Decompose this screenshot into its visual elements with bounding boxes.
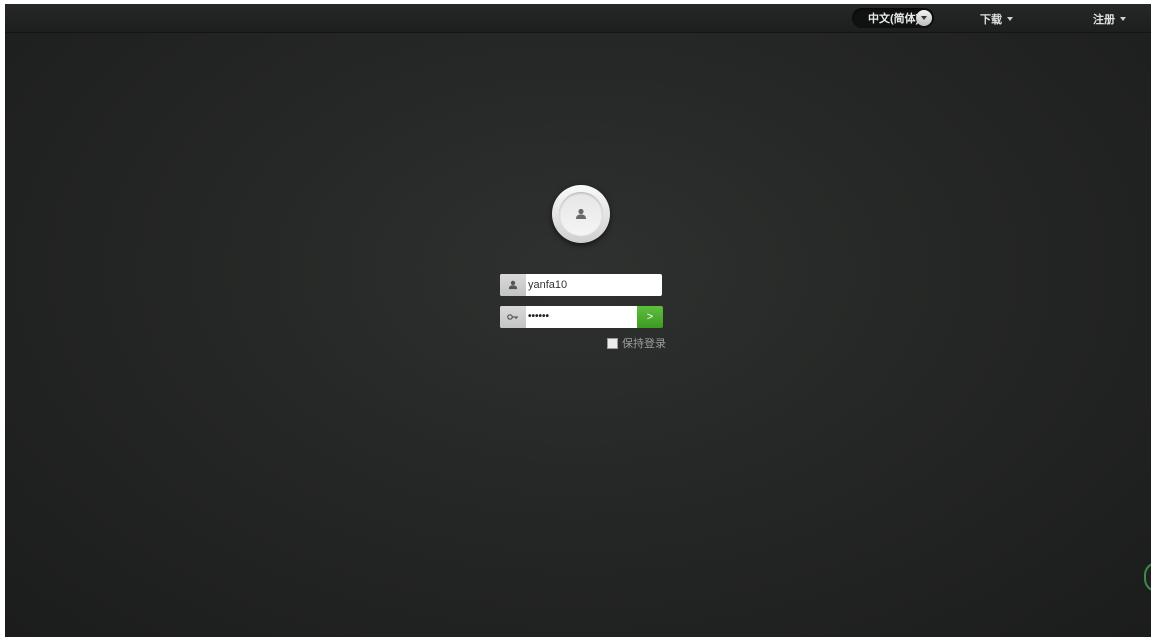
caret-down-icon <box>1120 17 1126 21</box>
remember-me[interactable]: 保持登录 <box>607 335 666 351</box>
language-label: 中文(简体) <box>868 13 920 25</box>
username-prefix <box>500 274 526 296</box>
language-selector[interactable]: 中文(简体) <box>852 8 934 28</box>
top-bar: 中文(简体) 下载 注册 <box>5 4 1151 33</box>
remember-checkbox[interactable] <box>607 337 618 349</box>
download-label: 下载 <box>980 14 1002 26</box>
login-submit-button[interactable]: > <box>637 306 663 328</box>
user-icon <box>576 208 586 219</box>
register-label: 注册 <box>1093 14 1115 26</box>
chevron-down-icon[interactable] <box>916 10 932 26</box>
username-field[interactable]: yanfa10 <box>500 274 662 296</box>
caret-down-icon <box>1007 17 1013 21</box>
password-prefix <box>500 306 526 328</box>
avatar <box>552 185 610 243</box>
password-value: •••••• <box>528 311 550 322</box>
user-icon <box>508 280 518 290</box>
avatar-inner <box>559 192 603 236</box>
register-menu[interactable]: 注册 <box>1093 11 1126 27</box>
username-value: yanfa10 <box>528 279 568 291</box>
floating-circle-button[interactable] <box>1144 562 1151 592</box>
password-field[interactable]: •••••• <box>500 306 637 328</box>
app-frame: 中文(简体) 下载 注册 yanfa10 •••••• > 保持登录 <box>5 4 1151 637</box>
key-icon <box>507 314 518 320</box>
arrow-right-icon: > <box>646 311 654 323</box>
remember-label: 保持登录 <box>622 338 666 350</box>
download-menu[interactable]: 下载 <box>980 11 1013 27</box>
